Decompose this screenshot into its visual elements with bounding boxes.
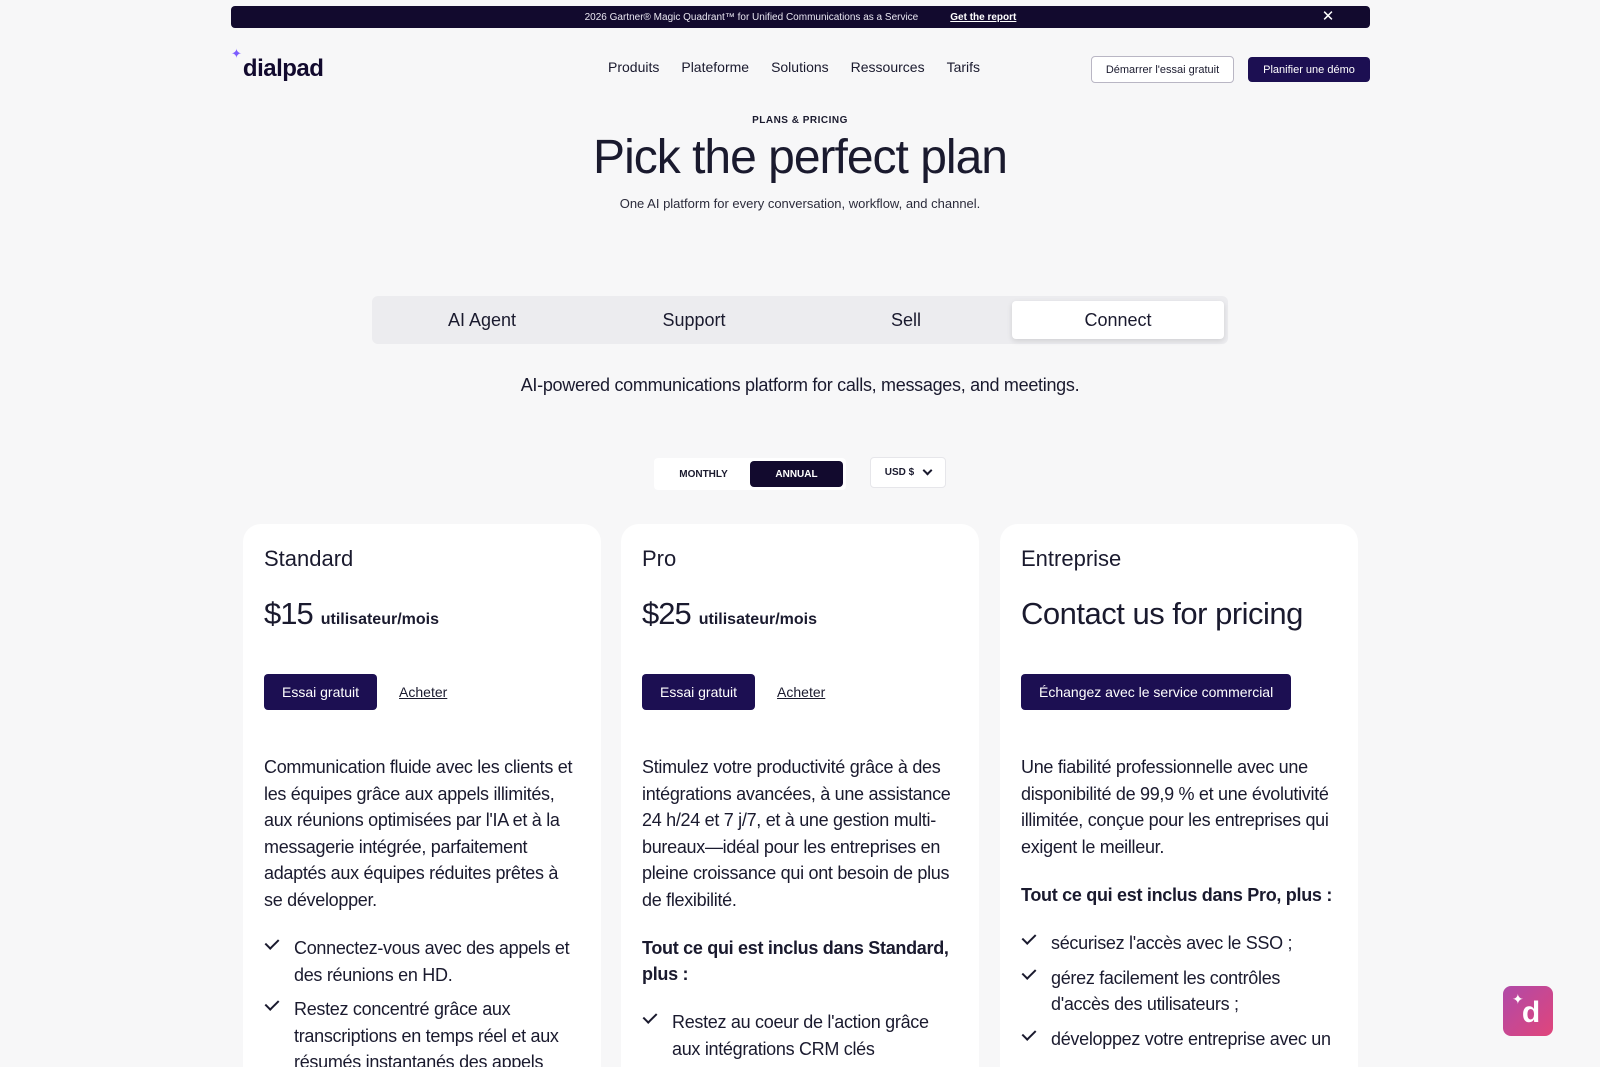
plan-actions: Essai gratuit Acheter	[642, 674, 958, 710]
feature-item: Restez au coeur de l'action grâce aux in…	[642, 1009, 958, 1062]
free-trial-button[interactable]: Essai gratuit	[642, 674, 756, 710]
page-title: Pick the perfect plan	[593, 131, 1008, 184]
feature-item: Connectez-vous avec des appels et des ré…	[264, 935, 580, 988]
chat-letter: d	[1521, 996, 1541, 1029]
feature-item: développez votre entreprise avec un	[1021, 1026, 1337, 1053]
main-nav: Produits Plateforme Solutions Ressources…	[608, 59, 980, 75]
feature-item: Restez concentré grâce aux transcription…	[264, 996, 580, 1067]
plan-price: $15	[264, 596, 314, 631]
page-subtitle: One AI platform for every conversation, …	[619, 196, 981, 211]
price-unit: utilisateur/mois	[320, 611, 439, 628]
feature-text: Restez concentré grâce aux transcription…	[294, 999, 559, 1067]
currency-select[interactable]: USD $	[870, 457, 946, 488]
product-tabs: AI Agent Support Sell Connect	[372, 296, 1228, 344]
feature-item: sécurisez l'accès avec le SSO ;	[1021, 930, 1337, 957]
close-icon[interactable]: ✕	[1320, 9, 1336, 25]
plan-description: Communication fluide avec les clients et…	[264, 757, 573, 910]
start-trial-button[interactable]: Démarrer l'essai gratuit	[1091, 56, 1234, 83]
monthly-option[interactable]: MONTHLY	[657, 461, 750, 487]
feature-list: sécurisez l'accès avec le SSO ; gérez fa…	[1021, 930, 1337, 1052]
check-icon	[1021, 930, 1037, 948]
tab-ai-agent[interactable]: AI Agent	[376, 301, 588, 339]
plan-card-pro: Pro $25 utilisateur/mois Essai gratuit A…	[621, 524, 979, 1067]
billing-toggle: MONTHLY ANNUAL	[654, 458, 846, 490]
includes-heading: Tout ce qui est inclus dans Pro, plus :	[1021, 885, 1333, 905]
tab-connect[interactable]: Connect	[1012, 301, 1224, 339]
plan-price: $25	[642, 596, 692, 631]
feature-item: gérez facilement les contrôles d'accès d…	[1021, 965, 1337, 1018]
plan-card-entreprise: Entreprise Contact us for pricing Échang…	[1000, 524, 1358, 1067]
plan-description: Stimulez votre productivité grâce à des …	[642, 757, 951, 910]
plan-actions: Échangez avec le service commercial	[1021, 674, 1337, 710]
includes-heading: Tout ce qui est inclus dans Standard, pl…	[642, 938, 949, 984]
check-icon	[1021, 1026, 1037, 1044]
plans-eyebrow: PLANS & PRICING	[752, 115, 848, 126]
feature-text: développez votre entreprise avec un	[1051, 1028, 1331, 1049]
nav-item-plateforme[interactable]: Plateforme	[681, 59, 749, 75]
feature-text: sécurisez l'accès avec le SSO ;	[1051, 933, 1293, 953]
currency-value: USD $	[884, 467, 915, 478]
banner-text: 2026 Gartner® Magic Quadrant™ for Unifie…	[584, 11, 919, 23]
chevron-down-icon	[922, 465, 933, 476]
nav-item-solutions[interactable]: Solutions	[771, 59, 829, 75]
plan-name: Entreprise	[1021, 546, 1122, 571]
price-unit: utilisateur/mois	[698, 611, 817, 628]
get-report-link[interactable]: Get the report	[950, 12, 1016, 23]
tab-support[interactable]: Support	[588, 301, 800, 339]
plan-name: Pro	[642, 546, 677, 571]
check-icon	[642, 1009, 658, 1027]
plan-description: Une fiabilité professionnelle avec une d…	[1021, 757, 1329, 857]
price-row: $25 utilisateur/mois	[642, 596, 958, 636]
plan-card-standard: Standard $15 utilisateur/mois Essai grat…	[243, 524, 601, 1067]
sparkle-icon: ✦	[1512, 991, 1524, 1007]
contact-sales-button[interactable]: Échangez avec le service commercial	[1021, 674, 1292, 710]
contact-pricing: Contact us for pricing	[1021, 596, 1303, 631]
nav-item-ressources[interactable]: Ressources	[851, 59, 925, 75]
check-icon	[264, 935, 280, 953]
feature-list: Restez au coeur de l'action grâce aux in…	[642, 1009, 958, 1062]
feature-list: Connectez-vous avec des appels et des ré…	[264, 935, 580, 1067]
annual-option[interactable]: ANNUAL	[750, 461, 843, 487]
dialpad-logo[interactable]: ✦ dialpad	[231, 47, 324, 83]
sparkle-icon: ✦	[231, 46, 242, 61]
dialpad-assistant-icon[interactable]: ✦ d	[1503, 986, 1553, 1036]
buy-link[interactable]: Acheter	[399, 684, 447, 700]
logo-text: dialpad	[242, 55, 324, 82]
tab-sell[interactable]: Sell	[800, 301, 1012, 339]
feature-text: Restez au coeur de l'action grâce aux in…	[672, 1012, 929, 1059]
free-trial-button[interactable]: Essai gratuit	[264, 674, 378, 710]
buy-link[interactable]: Acheter	[777, 684, 825, 700]
nav-item-tarifs[interactable]: Tarifs	[947, 59, 980, 75]
check-icon	[1021, 965, 1037, 983]
nav-item-produits[interactable]: Produits	[608, 59, 659, 75]
feature-text: gérez facilement les contrôles d'accès d…	[1051, 967, 1281, 1015]
tab-description: AI-powered communications platform for c…	[520, 375, 1080, 395]
price-row: $15 utilisateur/mois	[264, 596, 580, 636]
announcement-banner: 2026 Gartner® Magic Quadrant™ for Unifie…	[231, 6, 1370, 28]
schedule-demo-button[interactable]: Planifier une démo	[1248, 57, 1370, 82]
plan-actions: Essai gratuit Acheter	[264, 674, 580, 710]
check-icon	[264, 996, 280, 1014]
plan-name: Standard	[264, 546, 354, 571]
feature-text: Connectez-vous avec des appels et des ré…	[294, 938, 570, 985]
